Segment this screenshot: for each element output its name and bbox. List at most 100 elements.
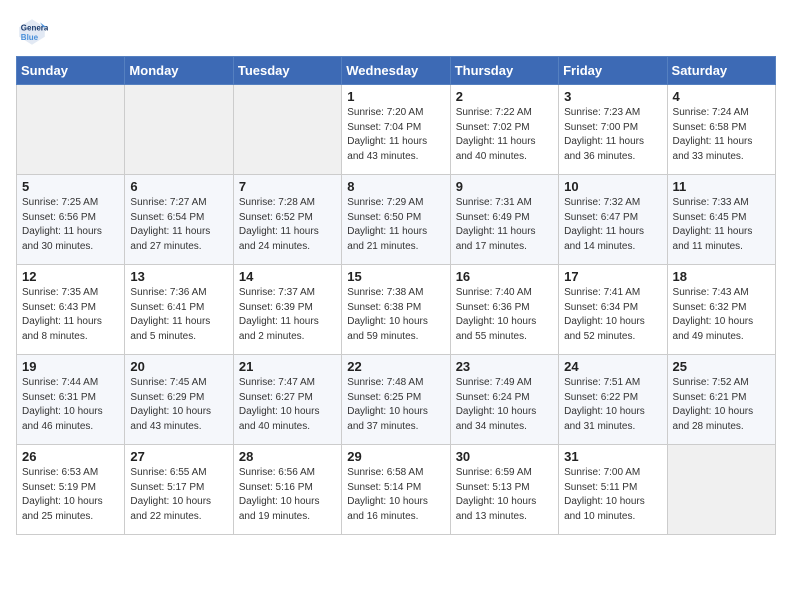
calendar-cell: 20Sunrise: 7:45 AM Sunset: 6:29 PM Dayli…: [125, 355, 233, 445]
day-number: 13: [130, 269, 227, 284]
day-number: 8: [347, 179, 444, 194]
day-number: 21: [239, 359, 336, 374]
calendar-cell: 13Sunrise: 7:36 AM Sunset: 6:41 PM Dayli…: [125, 265, 233, 355]
day-info: Sunrise: 7:51 AM Sunset: 6:22 PM Dayligh…: [564, 376, 661, 434]
calendar-cell: 25 Sunrise: 7:52 AM Sunset: 6:21 PM Dayli…: [667, 355, 775, 445]
col-header-friday: Friday: [559, 57, 667, 85]
calendar-cell: 28Sunrise: 6:56 AM Sunset: 5:16 PM Dayli…: [233, 445, 341, 535]
day-info: Sunrise: 6:59 AM Sunset: 5:13 PM Dayligh…: [456, 466, 553, 524]
day-info: Sunrise: 7:40 AM Sunset: 6:36 PM Dayligh…: [456, 286, 553, 344]
week-row-4: 19 Sunrise: 7:44 AM Sunset: 6:31 PM Dayli…: [17, 355, 776, 445]
day-info: Sunrise: 7:20 AM Sunset: 7:04 PM Dayligh…: [347, 106, 444, 164]
day-info: Sunrise: 7:24 AM Sunset: 6:58 PM Dayligh…: [673, 106, 770, 164]
calendar-cell: 2 Sunrise: 7:22 AM Sunset: 7:02 PM Daylig…: [450, 85, 558, 175]
day-number: 27: [130, 449, 227, 464]
calendar-header-row: SundayMondayTuesdayWednesdayThursdayFrid…: [17, 57, 776, 85]
day-number: 7: [239, 179, 336, 194]
day-number: 31: [564, 449, 661, 464]
col-header-saturday: Saturday: [667, 57, 775, 85]
day-info: Sunrise: 7:44 AM Sunset: 6:31 PM Dayligh…: [22, 376, 119, 434]
day-info: Sunrise: 6:58 AM Sunset: 5:14 PM Dayligh…: [347, 466, 444, 524]
day-number: 26: [22, 449, 119, 464]
calendar-cell: 19 Sunrise: 7:44 AM Sunset: 6:31 PM Dayli…: [17, 355, 125, 445]
day-number: 17: [564, 269, 661, 284]
week-row-2: 5 Sunrise: 7:25 AM Sunset: 6:56 PM Daylig…: [17, 175, 776, 265]
calendar-cell: 18 Sunrise: 7:43 AM Sunset: 6:32 PM Dayli…: [667, 265, 775, 355]
day-number: 16: [456, 269, 553, 284]
calendar-cell: 16 Sunrise: 7:40 AM Sunset: 6:36 PM Dayli…: [450, 265, 558, 355]
week-row-1: 1 Sunrise: 7:20 AM Sunset: 7:04 PM Daylig…: [17, 85, 776, 175]
day-number: 2: [456, 89, 553, 104]
day-number: 29: [347, 449, 444, 464]
calendar-table: SundayMondayTuesdayWednesdayThursdayFrid…: [16, 56, 776, 535]
day-info: Sunrise: 7:49 AM Sunset: 6:24 PM Dayligh…: [456, 376, 553, 434]
calendar-cell: 10 Sunrise: 7:32 AM Sunset: 6:47 PM Dayli…: [559, 175, 667, 265]
day-number: 3: [564, 89, 661, 104]
col-header-tuesday: Tuesday: [233, 57, 341, 85]
day-info: Sunrise: 7:25 AM Sunset: 6:56 PM Dayligh…: [22, 196, 119, 254]
day-number: 5: [22, 179, 119, 194]
day-number: 12: [22, 269, 119, 284]
calendar-cell: 23 Sunrise: 7:49 AM Sunset: 6:24 PM Dayli…: [450, 355, 558, 445]
day-number: 18: [673, 269, 770, 284]
calendar-cell: 1 Sunrise: 7:20 AM Sunset: 7:04 PM Daylig…: [342, 85, 450, 175]
day-info: Sunrise: 7:37 AM Sunset: 6:39 PM Dayligh…: [239, 286, 336, 344]
logo: General Blue: [16, 16, 52, 48]
day-number: 23: [456, 359, 553, 374]
day-info: Sunrise: 7:29 AM Sunset: 6:50 PM Dayligh…: [347, 196, 444, 254]
col-header-sunday: Sunday: [17, 57, 125, 85]
page-header: General Blue: [16, 16, 776, 48]
day-number: 28: [239, 449, 336, 464]
calendar-cell: [125, 85, 233, 175]
day-number: 15: [347, 269, 444, 284]
calendar-cell: 21 Sunrise: 7:47 AM Sunset: 6:27 PM Dayli…: [233, 355, 341, 445]
day-info: Sunrise: 7:35 AM Sunset: 6:43 PM Dayligh…: [22, 286, 119, 344]
day-info: Sunrise: 7:00 AM Sunset: 5:11 PM Dayligh…: [564, 466, 661, 524]
calendar-cell: 30 Sunrise: 6:59 AM Sunset: 5:13 PM Dayli…: [450, 445, 558, 535]
day-info: Sunrise: 7:45 AM Sunset: 6:29 PM Dayligh…: [130, 376, 227, 434]
week-row-5: 26 Sunrise: 6:53 AM Sunset: 5:19 PM Dayli…: [17, 445, 776, 535]
calendar-cell: 24Sunrise: 7:51 AM Sunset: 6:22 PM Dayli…: [559, 355, 667, 445]
svg-text:General: General: [21, 23, 48, 32]
day-info: Sunrise: 7:32 AM Sunset: 6:47 PM Dayligh…: [564, 196, 661, 254]
day-info: Sunrise: 7:43 AM Sunset: 6:32 PM Dayligh…: [673, 286, 770, 344]
calendar-cell: 8 Sunrise: 7:29 AM Sunset: 6:50 PM Daylig…: [342, 175, 450, 265]
day-number: 30: [456, 449, 553, 464]
calendar-cell: 9Sunrise: 7:31 AM Sunset: 6:49 PM Daylig…: [450, 175, 558, 265]
calendar-cell: 5 Sunrise: 7:25 AM Sunset: 6:56 PM Daylig…: [17, 175, 125, 265]
day-info: Sunrise: 7:48 AM Sunset: 6:25 PM Dayligh…: [347, 376, 444, 434]
calendar-cell: 12 Sunrise: 7:35 AM Sunset: 6:43 PM Dayli…: [17, 265, 125, 355]
calendar-cell: 26 Sunrise: 6:53 AM Sunset: 5:19 PM Dayli…: [17, 445, 125, 535]
calendar-cell: 22 Sunrise: 7:48 AM Sunset: 6:25 PM Dayli…: [342, 355, 450, 445]
day-info: Sunrise: 6:53 AM Sunset: 5:19 PM Dayligh…: [22, 466, 119, 524]
logo-icon: General Blue: [16, 16, 48, 48]
day-number: 11: [673, 179, 770, 194]
calendar-cell: 17 Sunrise: 7:41 AM Sunset: 6:34 PM Dayli…: [559, 265, 667, 355]
day-number: 1: [347, 89, 444, 104]
calendar-cell: [667, 445, 775, 535]
day-info: Sunrise: 7:47 AM Sunset: 6:27 PM Dayligh…: [239, 376, 336, 434]
day-info: Sunrise: 7:41 AM Sunset: 6:34 PM Dayligh…: [564, 286, 661, 344]
day-number: 22: [347, 359, 444, 374]
svg-text:Blue: Blue: [21, 33, 39, 42]
calendar-cell: 14Sunrise: 7:37 AM Sunset: 6:39 PM Dayli…: [233, 265, 341, 355]
day-info: Sunrise: 7:27 AM Sunset: 6:54 PM Dayligh…: [130, 196, 227, 254]
week-row-3: 12 Sunrise: 7:35 AM Sunset: 6:43 PM Dayli…: [17, 265, 776, 355]
col-header-wednesday: Wednesday: [342, 57, 450, 85]
day-info: Sunrise: 7:38 AM Sunset: 6:38 PM Dayligh…: [347, 286, 444, 344]
calendar-cell: 4Sunrise: 7:24 AM Sunset: 6:58 PM Daylig…: [667, 85, 775, 175]
day-number: 6: [130, 179, 227, 194]
col-header-monday: Monday: [125, 57, 233, 85]
day-info: Sunrise: 7:22 AM Sunset: 7:02 PM Dayligh…: [456, 106, 553, 164]
calendar-cell: 3Sunrise: 7:23 AM Sunset: 7:00 PM Daylig…: [559, 85, 667, 175]
col-header-thursday: Thursday: [450, 57, 558, 85]
calendar-cell: 15 Sunrise: 7:38 AM Sunset: 6:38 PM Dayli…: [342, 265, 450, 355]
day-number: 19: [22, 359, 119, 374]
calendar-cell: [17, 85, 125, 175]
day-number: 9: [456, 179, 553, 194]
day-info: Sunrise: 7:52 AM Sunset: 6:21 PM Dayligh…: [673, 376, 770, 434]
day-number: 25: [673, 359, 770, 374]
day-number: 10: [564, 179, 661, 194]
calendar-cell: 6 Sunrise: 7:27 AM Sunset: 6:54 PM Daylig…: [125, 175, 233, 265]
day-info: Sunrise: 6:55 AM Sunset: 5:17 PM Dayligh…: [130, 466, 227, 524]
